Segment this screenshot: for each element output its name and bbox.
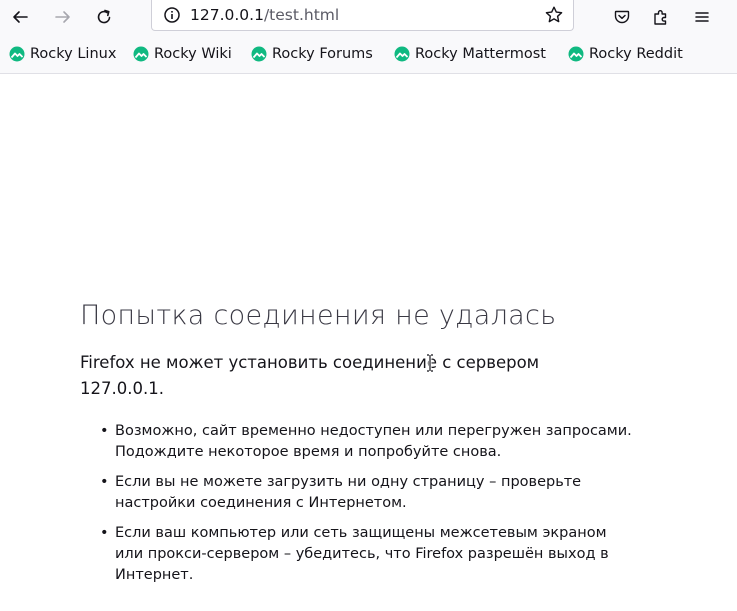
rocky-logo-icon [9, 46, 25, 62]
forward-button[interactable] [51, 5, 75, 29]
app-menu-button[interactable] [690, 5, 714, 29]
site-info-button[interactable] [163, 6, 181, 28]
bookmark-label: Rocky Reddit [589, 46, 683, 62]
bookmark-label: Rocky Linux [30, 46, 117, 62]
arrow-right-icon [55, 11, 70, 23]
bookmark-label: Rocky Mattermost [415, 46, 546, 62]
error-tip: Если вы не можете загрузить ни одну стра… [98, 472, 638, 514]
bookmarks-toolbar: Rocky Linux Rocky Wiki Rocky Forums Rock… [0, 36, 737, 74]
extensions-button[interactable] [649, 5, 673, 29]
pocket-icon [614, 10, 630, 24]
navigation-toolbar: 127.0.0.1/test.html [0, 0, 737, 36]
bookmark-rocky-reddit[interactable]: Rocky Reddit [568, 46, 683, 62]
error-title: Попытка соединения не удалась [80, 300, 557, 331]
reload-button[interactable] [92, 5, 116, 29]
error-tips-list: Возможно, сайт временно недоступен или п… [98, 421, 638, 595]
pocket-button[interactable] [610, 5, 634, 29]
url-bar[interactable]: 127.0.0.1/test.html [151, 0, 574, 31]
error-intro: Firefox не может установить соединение с… [80, 353, 540, 398]
bookmark-rocky-mattermost[interactable]: Rocky Mattermost [394, 46, 546, 62]
bookmark-label: Rocky Wiki [154, 46, 232, 62]
reload-icon [97, 9, 111, 24]
rocky-logo-icon [394, 46, 410, 62]
bookmark-rocky-forums[interactable]: Rocky Forums [251, 46, 373, 62]
error-tip: Возможно, сайт временно недоступен или п… [98, 421, 638, 463]
rocky-logo-icon [251, 46, 267, 62]
back-button[interactable] [8, 5, 32, 29]
bookmark-star-button[interactable] [544, 5, 564, 29]
url-host: 127.0.0.1 [190, 6, 264, 24]
hamburger-menu-icon [695, 12, 709, 22]
url-text[interactable]: 127.0.0.1/test.html [190, 6, 339, 24]
bookmark-rocky-linux[interactable]: Rocky Linux [9, 46, 116, 62]
rocky-logo-icon [568, 46, 584, 62]
puzzle-icon [654, 10, 667, 25]
bookmark-label: Rocky Forums [272, 46, 373, 62]
error-page-content: Попытка соединения не удалась Firefox не… [0, 74, 737, 611]
error-tip: Если ваш компьютер или сеть защищены меж… [98, 523, 638, 586]
info-icon [164, 7, 180, 23]
text-cursor-icon [427, 354, 433, 372]
bookmark-rocky-wiki[interactable]: Rocky Wiki [133, 46, 232, 62]
star-icon [545, 6, 563, 23]
arrow-left-icon [13, 11, 28, 23]
url-path: /test.html [263, 6, 340, 24]
rocky-logo-icon [133, 46, 149, 62]
